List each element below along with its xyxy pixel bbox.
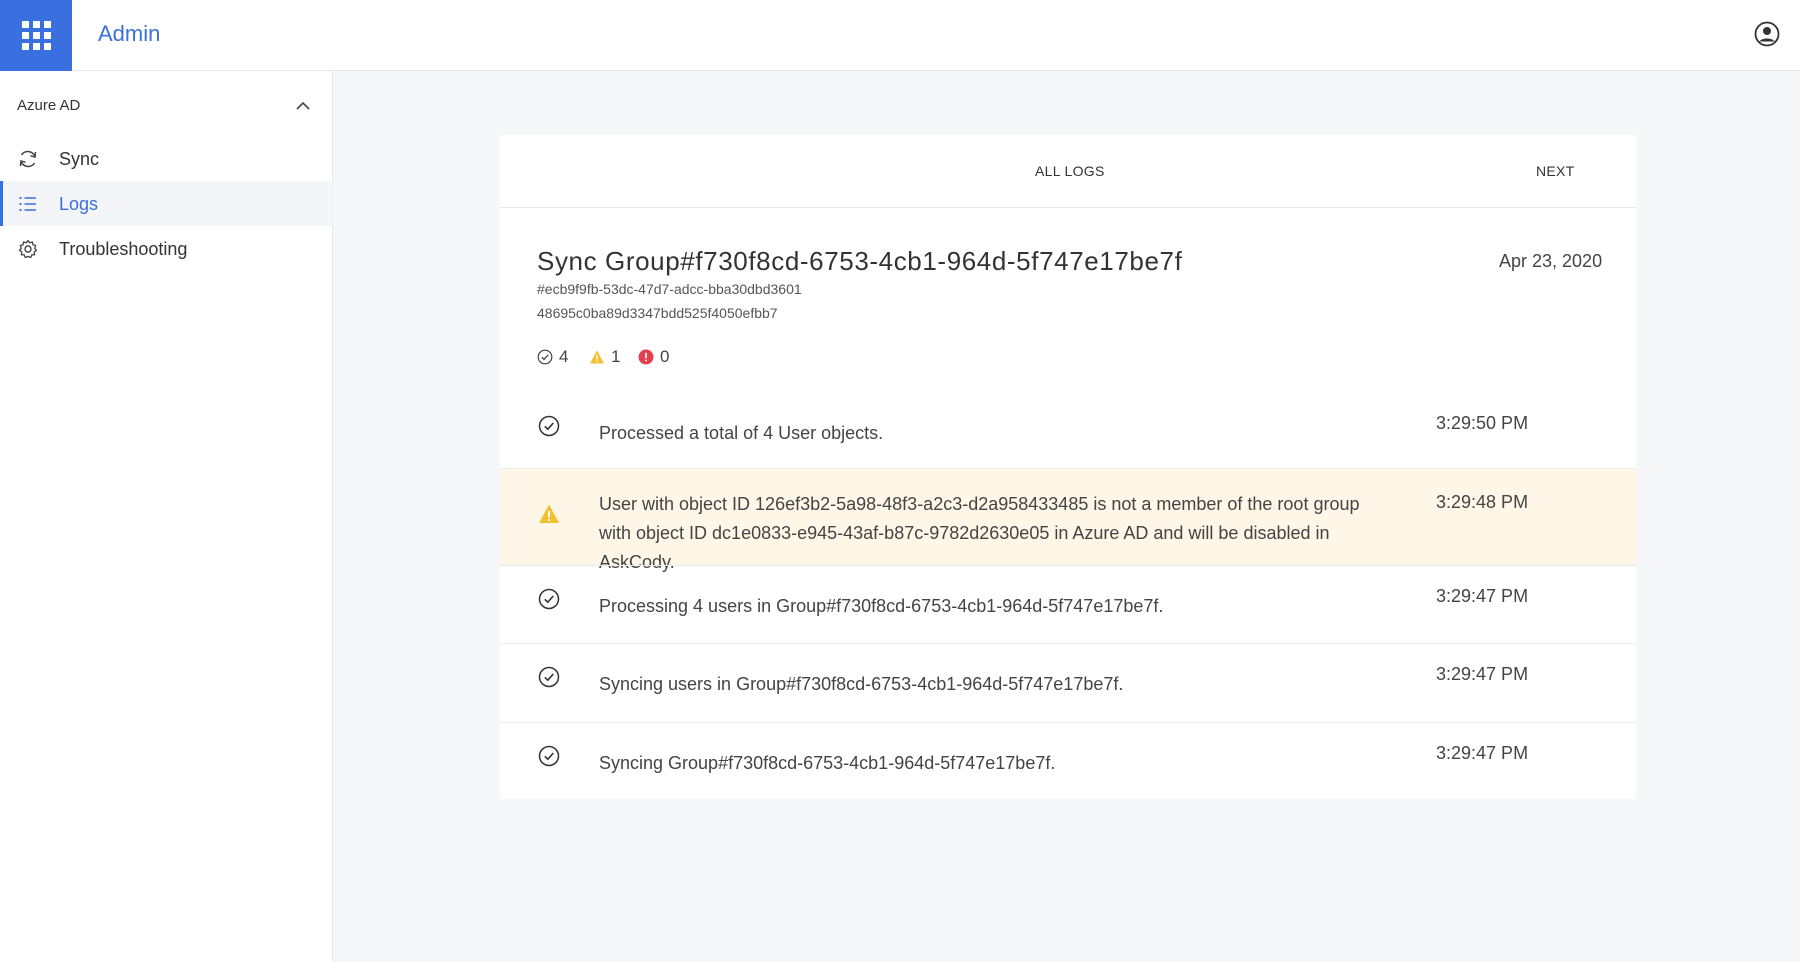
apps-grid-icon (21, 21, 51, 50)
log-entry-time: 3:29:47 PM (1436, 743, 1529, 763)
check-circle-icon (538, 588, 560, 610)
log-entry-time: 3:29:47 PM (1436, 664, 1529, 684)
user-account-button[interactable] (1754, 21, 1780, 47)
log-entry-warning: User with object ID 126ef3b2-5a98-48f3-a… (500, 468, 1636, 572)
sidebar-item-troubleshooting[interactable]: Troubleshooting (0, 226, 333, 271)
log-entry: Processed a total of 4 User objects. 3:2… (500, 395, 1636, 473)
user-icon (1754, 21, 1780, 47)
check-circle-icon (538, 745, 560, 767)
sidebar-section-azure-ad[interactable]: Azure AD (0, 87, 333, 123)
sidebar-item-logs[interactable]: Logs (0, 181, 333, 226)
warning-icon (539, 504, 559, 523)
warning-count-value: 1 (611, 347, 621, 366)
sync-icon (19, 150, 37, 168)
gear-icon (18, 239, 38, 259)
sidebar-item-label: Logs (59, 194, 99, 214)
log-id: #ecb9f9fb-53dc-47d7-adcc-bba30dbd3601 (537, 281, 802, 297)
top-bar: Admin (0, 0, 1800, 71)
sidebar-section-title: Azure AD (17, 97, 81, 114)
log-date: Apr 23, 2020 (1499, 251, 1603, 271)
error-icon (638, 349, 654, 365)
check-circle-icon (537, 349, 553, 365)
log-entry-time: 3:29:50 PM (1436, 413, 1529, 433)
log-entry-message: Processing 4 users in Group#f730f8cd-675… (599, 596, 1164, 616)
log-entry-time: 3:29:47 PM (1436, 586, 1529, 606)
warning-icon (590, 350, 604, 364)
next-button[interactable]: NEXT (1536, 163, 1575, 179)
log-entry: Syncing users in Group#f730f8cd-6753-4cb… (500, 643, 1636, 722)
log-entry-message: Processed a total of 4 User objects. (599, 423, 884, 443)
log-entry-time: 3:29:48 PM (1436, 492, 1529, 512)
log-detail-card: ALL LOGS NEXT Sync Group#f730f8cd-6753-4… (500, 135, 1636, 799)
log-entry-message: Syncing Group#f730f8cd-6753-4cb1-964d-5f… (599, 753, 1056, 773)
list-icon (19, 196, 36, 212)
app-title: Admin (98, 21, 161, 46)
check-circle-icon (538, 666, 560, 688)
success-count-value: 4 (559, 347, 569, 366)
log-entry-message: Syncing users in Group#f730f8cd-6753-4cb… (599, 674, 1124, 694)
log-entry-message: User with object ID 126ef3b2-5a98-48f3-a… (599, 494, 1360, 572)
sidebar-item-label: Troubleshooting (59, 239, 188, 259)
chevron-up-icon (296, 101, 310, 110)
log-hash: 48695c0ba89d3347bdd525f4050efbb7 (537, 305, 778, 321)
log-entry: Syncing Group#f730f8cd-6753-4cb1-964d-5f… (500, 722, 1636, 799)
error-count-value: 0 (660, 347, 670, 366)
tab-all-logs[interactable]: ALL LOGS (1035, 163, 1105, 179)
sidebar-item-label: Sync (59, 149, 100, 169)
sidebar: Azure AD Sync Logs Troubleshooting (0, 71, 333, 962)
log-title: Sync Group#f730f8cd-6753-4cb1-964d-5f747… (537, 246, 1183, 276)
sidebar-item-sync[interactable]: Sync (0, 136, 333, 181)
log-tabs: ALL LOGS NEXT (500, 135, 1636, 208)
app-launcher-button[interactable] (0, 0, 72, 71)
log-entry: Processing 4 users in Group#f730f8cd-675… (500, 565, 1636, 643)
check-circle-icon (538, 415, 560, 437)
